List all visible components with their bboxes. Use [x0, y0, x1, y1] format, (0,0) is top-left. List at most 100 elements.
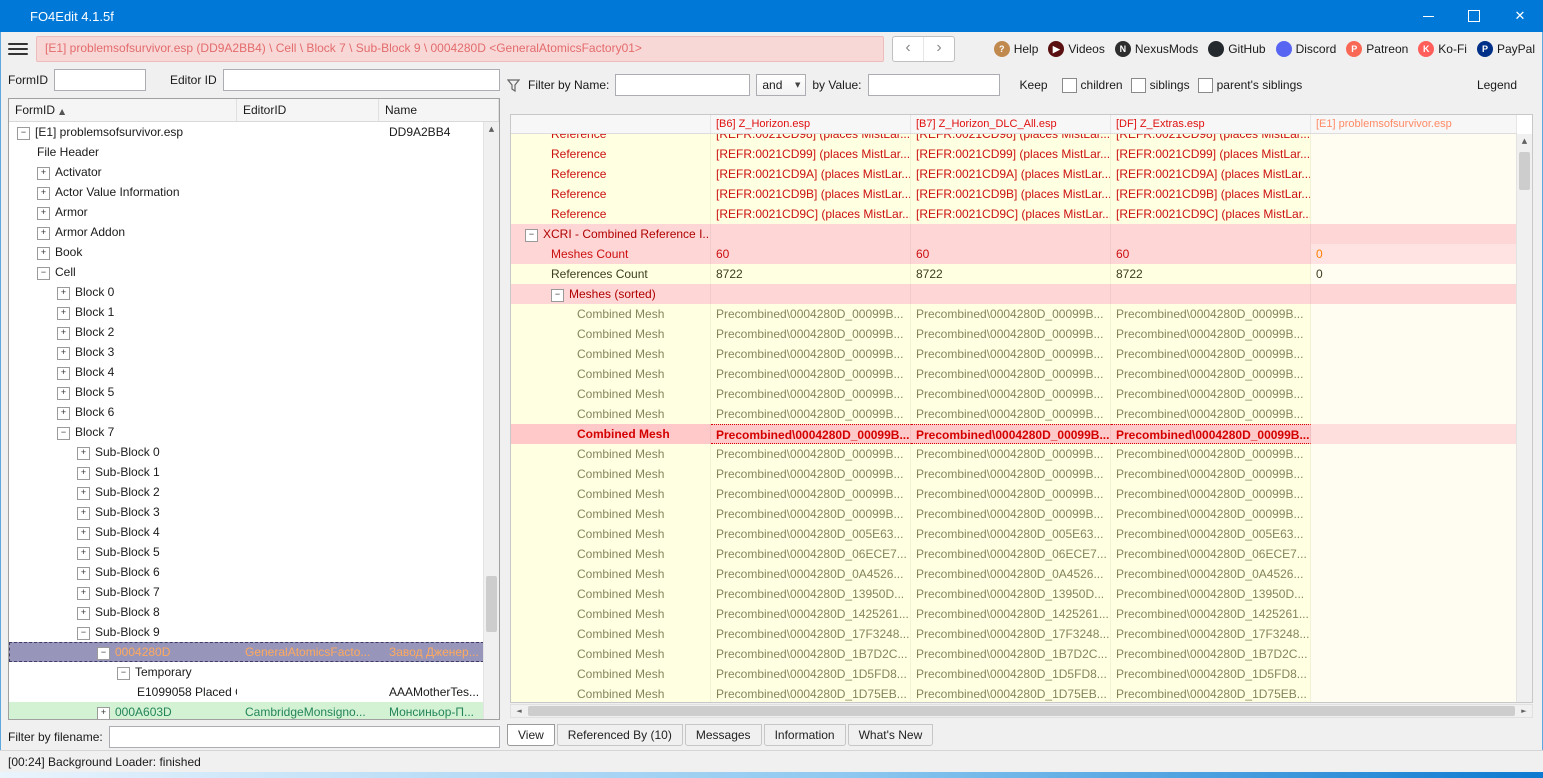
record-cell[interactable]: 8722	[1111, 264, 1311, 284]
tab-view[interactable]: View	[507, 724, 555, 746]
tree-row[interactable]: +Book	[9, 242, 484, 262]
record-cell[interactable]: Precombined\0004280D_00099B...	[911, 304, 1111, 324]
collapse-icon[interactable]: −	[17, 127, 30, 140]
record-cell[interactable]: Precombined\0004280D_00099B...	[711, 504, 911, 524]
record-row[interactable]: Combined MeshPrecombined\0004280D_00099B…	[511, 424, 1517, 444]
record-cell[interactable]: Precombined\0004280D_00099B...	[711, 364, 911, 384]
minimize-button[interactable]	[1405, 0, 1451, 32]
record-cell[interactable]	[1111, 284, 1311, 304]
expand-icon[interactable]: +	[37, 227, 50, 240]
record-cell[interactable]: Precombined\0004280D_00099B...	[1111, 424, 1311, 444]
menu-icon[interactable]	[8, 43, 28, 55]
column-header[interactable]: [B6] Z_Horizon.esp	[711, 115, 911, 133]
record-cell[interactable]: Precombined\0004280D_1425261...	[711, 604, 911, 624]
filter-name-input[interactable]	[615, 74, 750, 96]
record-cell[interactable]: Precombined\0004280D_0A4526...	[911, 564, 1111, 584]
record-row[interactable]: Reference[REFR:0021CD9B] (places MistLar…	[511, 184, 1517, 204]
tree-row[interactable]: +Sub-Block 0	[9, 442, 484, 462]
record-cell[interactable]: Precombined\0004280D_13950D...	[711, 584, 911, 604]
record-row[interactable]: Combined MeshPrecombined\0004280D_00099B…	[511, 404, 1517, 424]
record-cell[interactable]: [REFR:0021CD9B] (places MistLar...	[911, 184, 1111, 204]
record-cell[interactable]: Precombined\0004280D_1D75EB...	[711, 684, 911, 702]
record-cell[interactable]: 0	[1311, 244, 1517, 264]
tree-row[interactable]: +Sub-Block 1	[9, 462, 484, 482]
record-cell[interactable]: Precombined\0004280D_00099B...	[711, 304, 911, 324]
expand-icon[interactable]: +	[77, 487, 90, 500]
record-cell[interactable]: Precombined\0004280D_00099B...	[911, 484, 1111, 504]
toolbar-link-videos[interactable]: ▶Videos	[1048, 41, 1104, 57]
record-cell[interactable]: Precombined\0004280D_00099B...	[711, 464, 911, 484]
table-horizontal-scrollbar[interactable]: ◄ ►	[510, 704, 1533, 718]
scroll-right-icon[interactable]: ►	[1516, 707, 1532, 715]
tree-row[interactable]: +Sub-Block 2	[9, 482, 484, 502]
tree-row[interactable]: +Sub-Block 7	[9, 582, 484, 602]
record-cell[interactable]	[1311, 584, 1517, 604]
record-row[interactable]: −XCRI - Combined Reference I...	[511, 224, 1517, 244]
tree-row[interactable]: +Sub-Block 6	[9, 562, 484, 582]
record-row[interactable]: Combined MeshPrecombined\0004280D_00099B…	[511, 444, 1517, 464]
record-cell[interactable]	[1311, 684, 1517, 702]
record-cell[interactable]	[1311, 464, 1517, 484]
record-cell[interactable]	[1311, 504, 1517, 524]
record-cell[interactable]: Precombined\0004280D_13950D...	[911, 584, 1111, 604]
tree-row[interactable]: +Block 6	[9, 402, 484, 422]
formid-input[interactable]	[54, 69, 146, 91]
record-cell[interactable]: Precombined\0004280D_17F3248...	[711, 624, 911, 644]
table-vertical-scrollbar[interactable]: ▲	[1516, 134, 1532, 702]
legend-link[interactable]: Legend	[1477, 78, 1517, 92]
tree-row[interactable]: +Block 3	[9, 342, 484, 362]
expand-icon[interactable]: +	[77, 447, 90, 460]
record-cell[interactable]: Precombined\0004280D_00099B...	[1111, 344, 1311, 364]
record-row[interactable]: Combined MeshPrecombined\0004280D_00099B…	[511, 504, 1517, 524]
tree-row[interactable]: +Block 4	[9, 362, 484, 382]
record-cell[interactable]: Precombined\0004280D_00099B...	[1111, 304, 1311, 324]
record-cell[interactable]	[1111, 224, 1311, 244]
toolbar-link-patreon[interactable]: PPatreon	[1346, 41, 1408, 57]
record-cell[interactable]: [REFR:0021CD98] (places MistLar...	[911, 134, 1111, 144]
record-cell[interactable]: Precombined\0004280D_0A4526...	[1111, 564, 1311, 584]
collapse-icon[interactable]: −	[525, 229, 538, 242]
record-cell[interactable]: Precombined\0004280D_06ECE7...	[1111, 544, 1311, 564]
tab-information[interactable]: Information	[764, 724, 846, 746]
record-cell[interactable]: Precombined\0004280D_00099B...	[711, 404, 911, 424]
forward-button[interactable]: ›	[923, 37, 954, 61]
record-row[interactable]: Combined MeshPrecombined\0004280D_142526…	[511, 604, 1517, 624]
record-row[interactable]: References Count8722872287220	[511, 264, 1517, 284]
tree-column-editorid[interactable]: EditorID	[237, 99, 379, 121]
expand-icon[interactable]: +	[57, 387, 70, 400]
scroll-up-icon[interactable]: ▲	[1517, 134, 1532, 148]
record-cell[interactable]: Precombined\0004280D_00099B...	[1111, 364, 1311, 384]
record-cell[interactable]: [REFR:0021CD99] (places MistLar...	[911, 144, 1111, 164]
record-cell[interactable]: Precombined\0004280D_00099B...	[911, 464, 1111, 484]
record-cell[interactable]: Precombined\0004280D_06ECE7...	[711, 544, 911, 564]
record-cell[interactable]: Precombined\0004280D_1D5FD8...	[711, 664, 911, 684]
expand-icon[interactable]: +	[57, 347, 70, 360]
record-cell[interactable]: Precombined\0004280D_13950D...	[1111, 584, 1311, 604]
record-cell[interactable]: [REFR:0021CD98] (places MistLar...	[1111, 134, 1311, 144]
record-cell[interactable]: Precombined\0004280D_00099B...	[711, 324, 911, 344]
record-row[interactable]: Combined MeshPrecombined\0004280D_1B7D2C…	[511, 644, 1517, 664]
expand-icon[interactable]: +	[77, 527, 90, 540]
record-row[interactable]: Reference[REFR:0021CD98] (places MistLar…	[511, 134, 1517, 144]
record-cell[interactable]: Precombined\0004280D_1425261...	[1111, 604, 1311, 624]
scroll-left-icon[interactable]: ◄	[511, 707, 527, 715]
record-cell[interactable]	[1311, 424, 1517, 444]
record-cell[interactable]: Precombined\0004280D_00099B...	[911, 384, 1111, 404]
tree-row[interactable]: −Temporary	[9, 662, 484, 682]
record-cell[interactable]	[1311, 604, 1517, 624]
record-cell[interactable]: Precombined\0004280D_00099B...	[1111, 484, 1311, 504]
tree-row[interactable]: +Armor	[9, 202, 484, 222]
toolbar-link-github[interactable]: GitHub	[1208, 41, 1265, 57]
close-button[interactable]: ✕	[1497, 0, 1543, 32]
record-cell[interactable]	[911, 284, 1111, 304]
record-cell[interactable]: Precombined\0004280D_00099B...	[711, 344, 911, 364]
record-row[interactable]: Combined MeshPrecombined\0004280D_17F324…	[511, 624, 1517, 644]
record-cell[interactable]: Precombined\0004280D_00099B...	[1111, 384, 1311, 404]
toolbar-link-nexusmods[interactable]: NNexusMods	[1115, 41, 1198, 57]
record-cell[interactable]: Precombined\0004280D_1B7D2C...	[711, 644, 911, 664]
keep-checkbox-siblings[interactable]: siblings	[1131, 78, 1190, 93]
record-row[interactable]: Combined MeshPrecombined\0004280D_00099B…	[511, 304, 1517, 324]
record-cell[interactable]: [REFR:0021CD9C] (places MistLar...	[911, 204, 1111, 224]
record-cell[interactable]: Precombined\0004280D_1D5FD8...	[1111, 664, 1311, 684]
column-header[interactable]	[511, 115, 711, 133]
